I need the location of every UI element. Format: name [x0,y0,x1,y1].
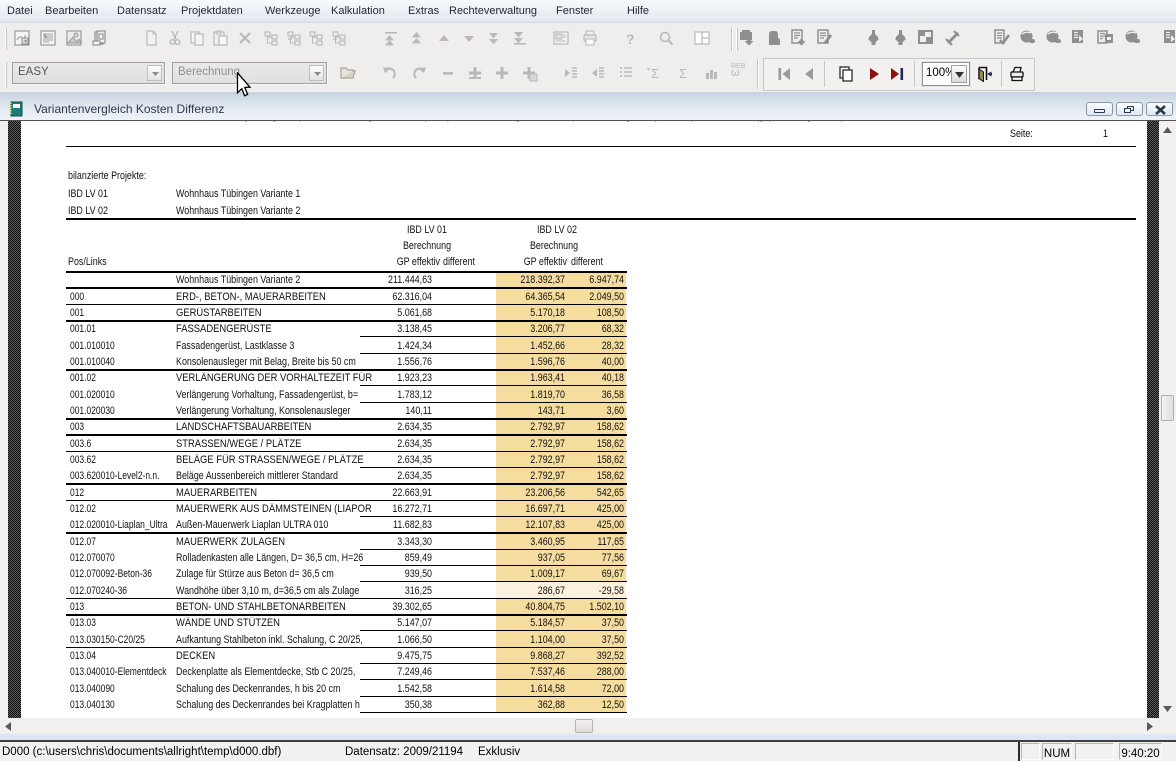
svg-text:Σ: Σ [651,66,659,81]
svg-text:Σ: Σ [679,66,687,81]
